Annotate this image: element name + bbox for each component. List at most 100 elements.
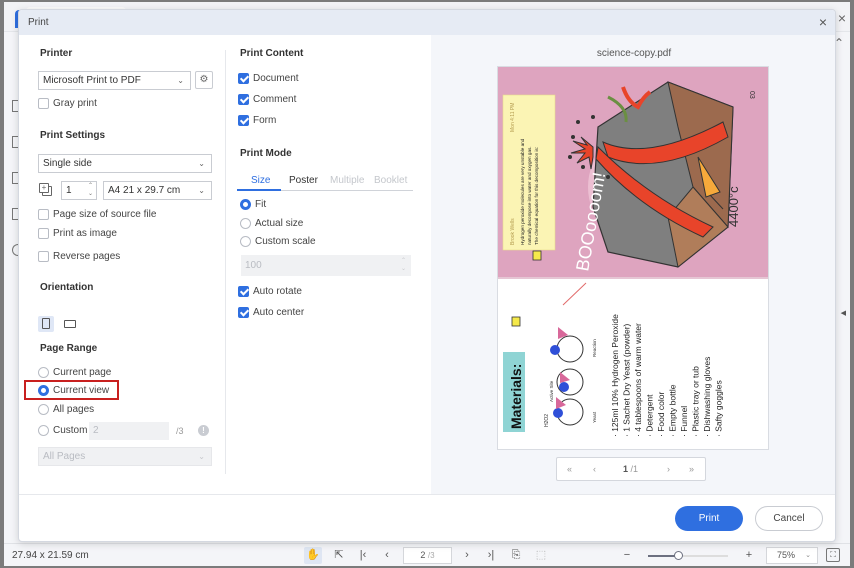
radio-label: Actual size xyxy=(255,218,304,229)
checkbox-box[interactable] xyxy=(238,94,249,105)
print-as-image-checkbox[interactable]: Print as image xyxy=(38,228,117,239)
zoom-slider[interactable] xyxy=(648,551,728,560)
diagram-label: Active Site xyxy=(549,380,554,402)
close-icon[interactable]: × xyxy=(819,14,827,30)
radio-dot[interactable] xyxy=(240,236,251,247)
radio-dot[interactable] xyxy=(38,404,49,415)
prev-page-icon[interactable]: ‹ xyxy=(378,547,396,564)
radio-dot[interactable] xyxy=(240,199,251,210)
tab-size[interactable]: Size xyxy=(251,175,270,186)
current-view-radio[interactable]: Current view xyxy=(38,385,109,396)
last-page-icon[interactable]: » xyxy=(689,464,694,474)
checkbox-label: Document xyxy=(253,73,299,84)
checkbox-box[interactable] xyxy=(238,307,249,318)
custom-scale-radio[interactable]: Custom scale xyxy=(240,236,316,247)
app-close-icon[interactable]: × xyxy=(838,10,846,26)
tab-poster[interactable]: Poster xyxy=(289,175,318,186)
comment-author: Brook Wells xyxy=(510,218,516,245)
fit-radio[interactable]: Fit xyxy=(240,199,266,210)
copies-stepper[interactable]: 1 ⌃ ⌄ xyxy=(61,181,97,200)
print-button[interactable]: Print xyxy=(675,506,743,531)
next-page-icon[interactable]: › xyxy=(667,464,670,474)
document-checkbox[interactable]: Document xyxy=(238,73,299,84)
radio-dot[interactable] xyxy=(38,367,49,378)
zoom-slider-knob[interactable] xyxy=(674,551,684,560)
checkbox-box[interactable] xyxy=(238,286,249,297)
page-subset-select[interactable]: All Pages ⌄ xyxy=(38,447,212,466)
comment-time: Mon 4:11 PM xyxy=(510,103,516,132)
fit-page-icon[interactable]: ⛶ xyxy=(826,548,840,562)
tab-booklet[interactable]: Booklet xyxy=(374,175,407,186)
all-pages-radio[interactable]: All pages xyxy=(38,404,94,415)
rotate-page-icon[interactable]: ⎘ xyxy=(507,547,525,564)
custom-range-radio[interactable]: Custom xyxy=(38,425,87,436)
first-page-icon[interactable]: |‹ xyxy=(354,547,372,564)
zoom-level-select[interactable]: 75% ⌄ xyxy=(766,547,818,564)
current-page-radio[interactable]: Current page xyxy=(38,367,111,378)
materials-list-item: · Empty bottle xyxy=(668,384,678,437)
last-page-icon[interactable]: ›| xyxy=(482,547,500,564)
custom-scale-input[interactable]: 100 ⌃ ⌄ xyxy=(241,255,411,276)
zoom-out-icon[interactable]: − xyxy=(618,547,636,564)
printer-select[interactable]: Microsoft Print to PDF ⌄ xyxy=(38,71,191,90)
preview-page: 03 4400°c BOOoooom! Brook Wells Mon 4:11… xyxy=(497,66,769,450)
first-page-icon[interactable]: « xyxy=(567,464,572,474)
auto-rotate-checkbox[interactable]: Auto rotate xyxy=(238,286,302,297)
comment-body-line: naturally decompose into water and oxyge… xyxy=(527,146,532,245)
radio-dot[interactable] xyxy=(38,425,49,436)
prev-page-icon[interactable]: ‹ xyxy=(593,464,596,474)
checkbox-box[interactable] xyxy=(38,251,49,262)
materials-list-item: · Food color xyxy=(656,391,666,437)
actual-size-radio[interactable]: Actual size xyxy=(240,218,303,229)
select-tool-icon[interactable]: ⇱ xyxy=(330,547,348,564)
checkbox-box[interactable] xyxy=(38,98,49,109)
checkbox-label: Comment xyxy=(253,94,297,105)
hand-tool-icon[interactable]: ✋ xyxy=(304,547,322,564)
cancel-button[interactable]: Cancel xyxy=(755,506,823,531)
tab-multiple[interactable]: Multiple xyxy=(330,175,364,186)
chevron-down-icon: ⌄ xyxy=(805,552,811,559)
stepper-arrows-icon[interactable]: ⌃ ⌄ xyxy=(88,182,93,198)
materials-list-item: · 4 tablespoons of warm water xyxy=(633,323,643,437)
custom-range-input[interactable]: 2 xyxy=(89,422,169,440)
materials-list-item: · 125ml 10% Hydrogen Peroxide xyxy=(610,314,620,437)
page-number-input[interactable]: 2 /3 xyxy=(403,547,452,564)
paper-size-select[interactable]: A4 21 x 29.7 cm ⌄ xyxy=(103,181,212,200)
checkbox-box[interactable] xyxy=(238,115,249,126)
gray-print-checkbox[interactable]: Gray print xyxy=(38,98,97,109)
checkbox-box[interactable] xyxy=(38,228,49,239)
right-panel-toggle-icon[interactable]: ◀ xyxy=(841,309,846,317)
auto-center-checkbox[interactable]: Auto center xyxy=(238,307,304,318)
materials-list-item: · Detergent xyxy=(645,394,655,437)
print-dialog: Print × Printer Microsoft Print to PDF ⌄ … xyxy=(18,9,836,542)
page-size-of-source-checkbox[interactable]: Page size of source file xyxy=(38,209,156,220)
preview-filename: science-copy.pdf xyxy=(596,48,672,59)
stepper-arrows-icon[interactable]: ⌃ ⌄ xyxy=(401,257,406,273)
materials-list: · 125ml 10% Hydrogen Peroxide · 1 Sachet … xyxy=(610,314,724,437)
temperature-label: 4400°c xyxy=(726,186,741,227)
checkbox-box[interactable] xyxy=(38,209,49,220)
printer-settings-gear-icon[interactable]: ⚙ xyxy=(195,71,213,89)
copies-icon: + xyxy=(39,183,53,197)
dialog-titlebar: Print × xyxy=(19,10,835,35)
zoom-in-icon[interactable]: + xyxy=(740,547,758,564)
form-checkbox[interactable]: Form xyxy=(238,115,276,126)
comment-body-line: Hydrogen peroxide molecules are very uns… xyxy=(520,138,525,245)
radio-dot[interactable] xyxy=(240,218,251,229)
landscape-orientation-button[interactable] xyxy=(62,316,78,332)
info-icon[interactable]: ! xyxy=(198,425,209,436)
printer-section-title: Printer xyxy=(40,48,73,59)
reverse-pages-checkbox[interactable]: Reverse pages xyxy=(38,251,120,262)
checkbox-box[interactable] xyxy=(238,73,249,84)
page-number-label: 03 xyxy=(748,91,755,99)
materials-list-item: · Safty goggles xyxy=(714,380,724,437)
next-page-icon[interactable]: › xyxy=(458,547,476,564)
crop-page-icon[interactable]: ⬚ xyxy=(532,547,550,564)
radio-dot[interactable] xyxy=(38,385,49,396)
chevron-down-icon: ⌄ xyxy=(198,186,205,195)
duplex-select[interactable]: Single side ⌄ xyxy=(38,154,212,173)
portrait-orientation-button[interactable] xyxy=(38,316,54,332)
diagram-label: H2O2 xyxy=(544,414,550,427)
page-range-section-title: Page Range xyxy=(40,343,98,354)
comment-checkbox[interactable]: Comment xyxy=(238,94,296,105)
